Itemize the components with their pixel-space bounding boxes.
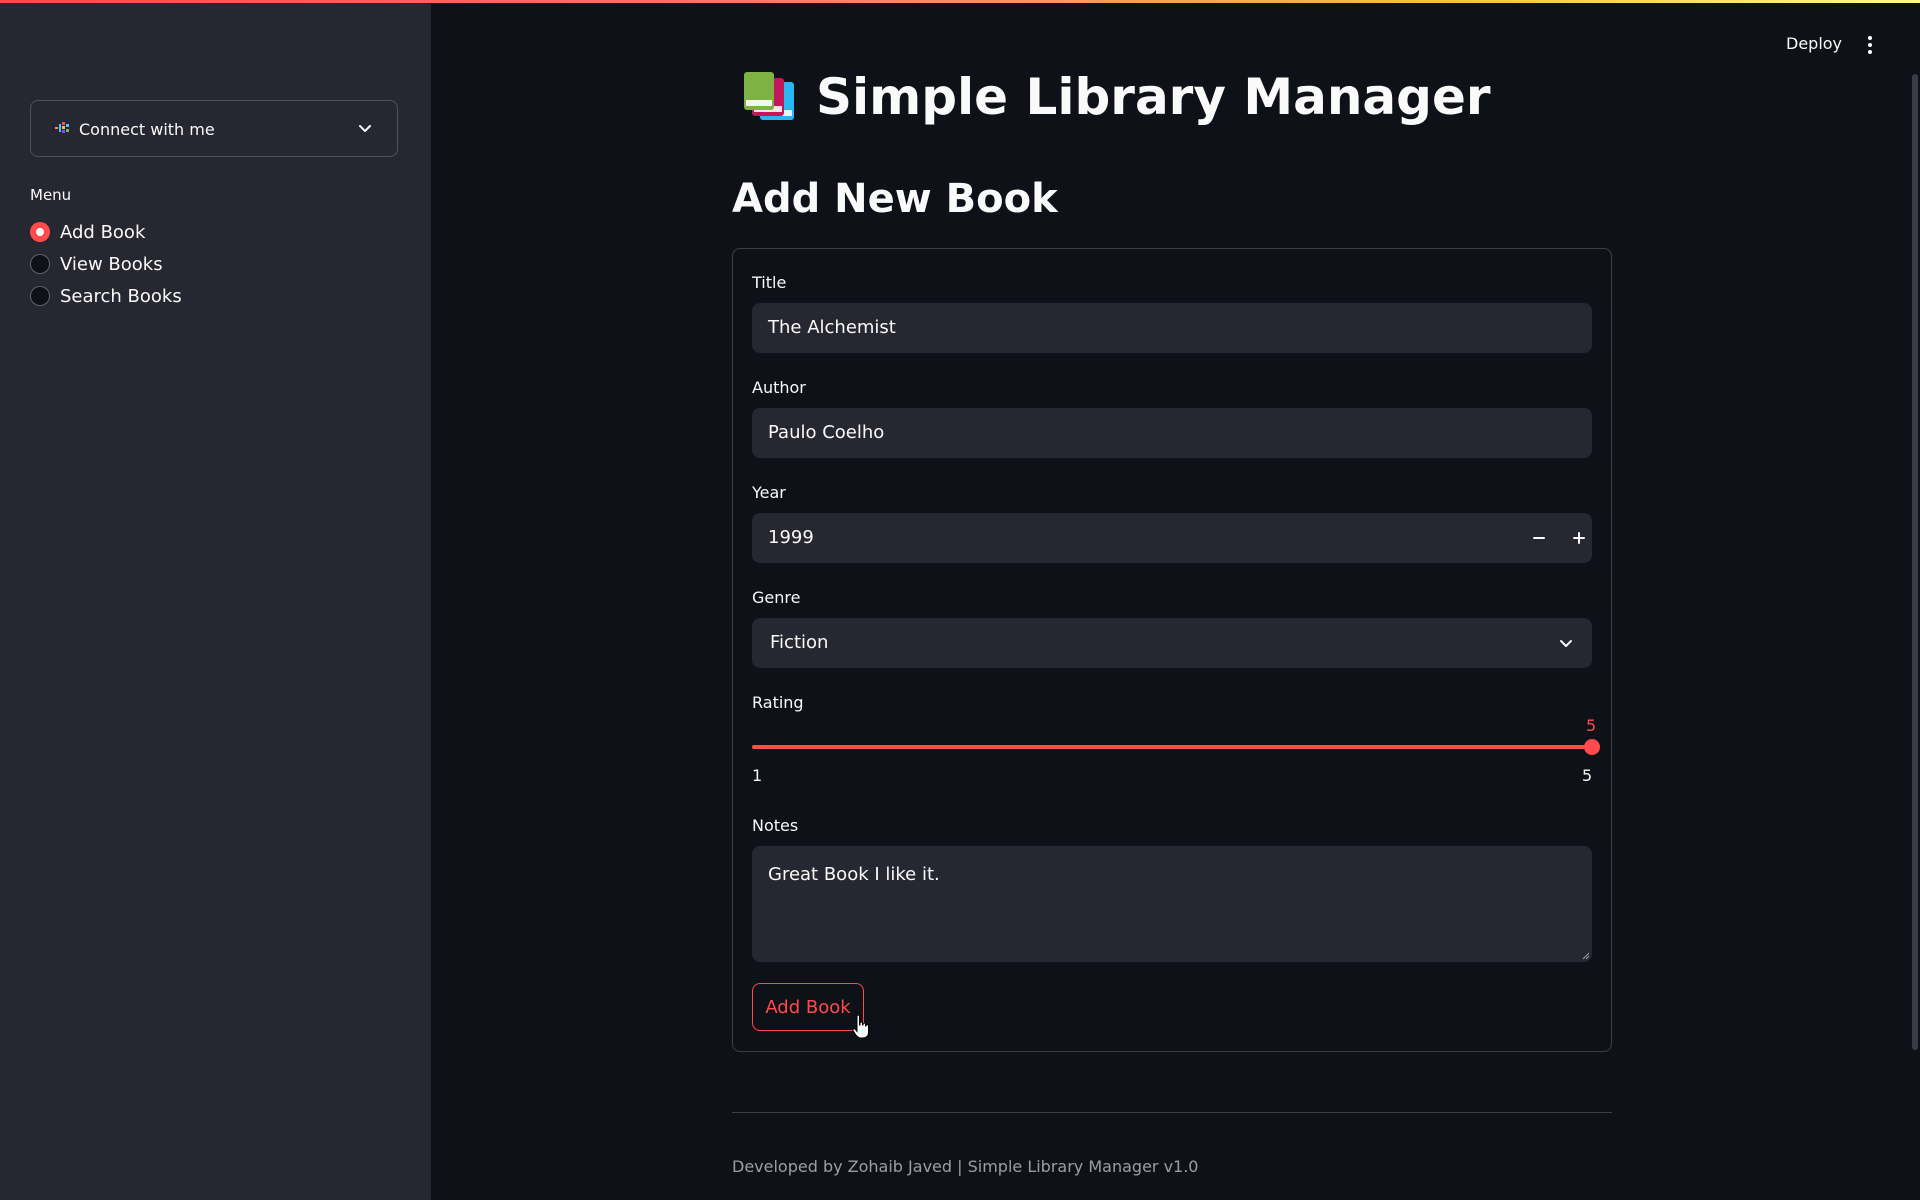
genre-select[interactable]: Fiction — [752, 618, 1592, 668]
section-title: Add New Book — [732, 176, 1058, 222]
author-input[interactable]: Paulo Coelho — [752, 408, 1592, 458]
rating-slider-thumb[interactable] — [1584, 739, 1600, 755]
footer-divider — [732, 1112, 1612, 1113]
radio-add-book[interactable]: Add Book — [30, 220, 145, 244]
notes-textarea-value: Great Book I like it. — [768, 864, 940, 885]
genre-select-value: Fiction — [770, 632, 829, 653]
page-title: Simple Library Manager — [740, 68, 1491, 126]
radio-search-books[interactable]: Search Books — [30, 284, 182, 308]
slider-current-value: 5 — [1586, 716, 1597, 735]
author-label: Author — [752, 378, 806, 397]
title-input-value: The Alchemist — [768, 317, 896, 338]
connect-expander[interactable]: Connect with me — [30, 100, 398, 157]
notes-textarea[interactable]: Great Book I like it. — [752, 846, 1592, 962]
radio-view-books[interactable]: View Books — [30, 252, 163, 276]
minus-icon[interactable] — [1522, 521, 1556, 555]
year-label: Year — [752, 483, 786, 502]
rating-slider-track[interactable] — [752, 745, 1592, 749]
scrollbar[interactable] — [1912, 74, 1918, 1050]
radio-selected-icon — [30, 222, 50, 242]
title-label: Title — [752, 273, 787, 292]
notes-label: Notes — [752, 816, 799, 835]
menu-label: Menu — [30, 186, 72, 204]
radio-label: View Books — [60, 253, 163, 275]
add-book-button[interactable]: Add Book — [752, 983, 864, 1031]
radio-label: Search Books — [60, 285, 182, 307]
vertical-dots-icon[interactable] — [1864, 34, 1876, 56]
radio-unselected-icon — [30, 286, 50, 306]
resize-grip-icon[interactable] — [1582, 952, 1590, 960]
author-input-value: Paulo Coelho — [768, 422, 885, 443]
hand-cursor-icon — [852, 1014, 869, 1039]
radio-label: Add Book — [60, 221, 146, 243]
sidebar: Connect with me Menu Add Book View Books… — [0, 0, 431, 1200]
books-icon — [744, 72, 794, 120]
title-input[interactable]: The Alchemist — [752, 303, 1592, 353]
connect-icon — [55, 122, 69, 133]
rating-label: Rating — [752, 693, 804, 712]
page-title-text: Simple Library Manager — [816, 68, 1491, 126]
plus-icon[interactable] — [1562, 521, 1596, 555]
genre-label: Genre — [752, 588, 801, 607]
footer-text: Developed by Zohaib Javed | Simple Libra… — [732, 1157, 1199, 1176]
chevron-down-icon — [1560, 640, 1572, 647]
expander-label: Connect with me — [79, 120, 215, 139]
year-input-value: 1999 — [768, 527, 814, 548]
chevron-down-icon — [359, 125, 371, 132]
radio-unselected-icon — [30, 254, 50, 274]
top-decoration-bar — [0, 0, 1920, 3]
deploy-button[interactable]: Deploy — [1786, 34, 1842, 53]
year-number-input[interactable]: 1999 — [752, 513, 1592, 563]
slider-max-label: 5 — [1582, 766, 1593, 785]
slider-min-label: 1 — [752, 766, 763, 785]
